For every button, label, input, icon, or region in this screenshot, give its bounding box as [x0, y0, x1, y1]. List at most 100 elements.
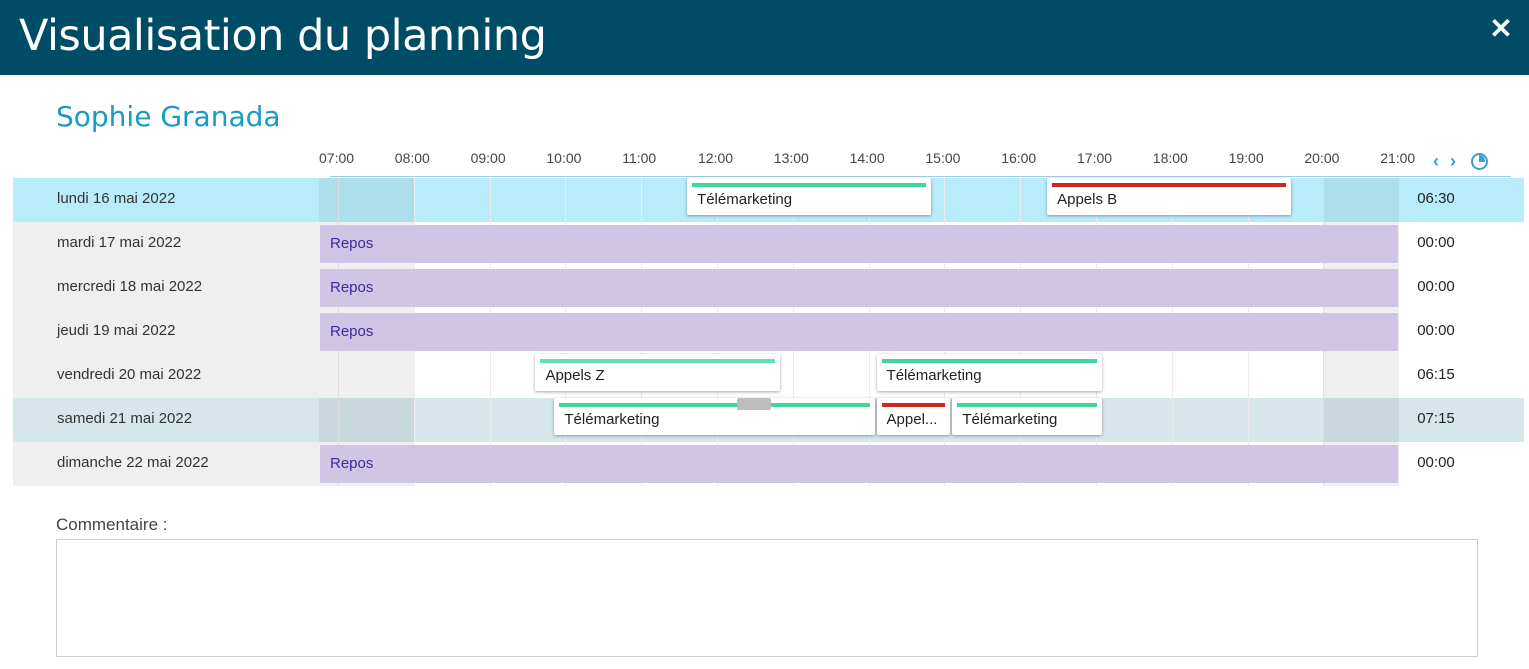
event-color-bar: [957, 403, 1097, 407]
schedule-grid: lundi 16 mai 2022 Télémarketing Appels B 06…: [13, 178, 1524, 486]
day-total-hours: 07:15: [1417, 410, 1455, 427]
hour-tick-label: 09:00: [470, 150, 506, 166]
employee-name: Sophie Granada: [56, 100, 281, 133]
event-color-bar: [559, 403, 870, 407]
hour-tick-label: 14:00: [849, 150, 885, 166]
hour-tick-label: 10:00: [546, 150, 582, 166]
day-label-cell: samedi 21 mai 2022: [13, 398, 319, 442]
day-label-cell: dimanche 22 mai 2022: [13, 442, 319, 486]
day-track[interactable]: Télémarketing Appels B: [319, 178, 1401, 222]
hour-gridline: [1247, 398, 1249, 442]
day-label-cell: vendredi 20 mai 2022: [13, 354, 319, 398]
hour-tick-label: 19:00: [1228, 150, 1264, 166]
hour-gridline: [1247, 354, 1249, 398]
day-total-hours: 00:00: [1417, 278, 1455, 295]
rest-day-bar[interactable]: Repos: [320, 225, 1398, 263]
day-track[interactable]: Repos: [319, 222, 1401, 266]
event-label: Appels B: [1057, 191, 1118, 208]
event-label: Télémarketing: [564, 411, 660, 428]
rest-day-bar[interactable]: Repos: [320, 445, 1398, 483]
hour-gridline: [489, 398, 491, 442]
event-label: Télémarketing: [697, 191, 793, 208]
rest-day-bar[interactable]: Repos: [320, 313, 1398, 351]
close-icon[interactable]: ✕: [1486, 15, 1516, 43]
hour-tick-label: 11:00: [622, 150, 657, 166]
off-hours-shade: [319, 354, 414, 398]
day-label-cell: lundi 16 mai 2022: [13, 178, 319, 222]
clock-icon[interactable]: [1471, 153, 1488, 170]
event-color-bar: [881, 359, 1097, 363]
day-track[interactable]: Télémarketing Appel... Télémarketing: [319, 398, 1401, 442]
day-total-cell: 06:30: [1399, 178, 1524, 222]
day-total-hours: 00:00: [1417, 454, 1455, 471]
day-total-hours: 06:30: [1417, 190, 1455, 207]
event-color-bar: [540, 359, 775, 363]
day-track[interactable]: Repos: [319, 266, 1401, 310]
day-label: samedi 21 mai 2022: [57, 410, 193, 427]
day-total-cell: 00:00: [1399, 266, 1524, 310]
hour-gridline: [1171, 354, 1173, 398]
day-label: mardi 17 mai 2022: [57, 234, 182, 251]
hour-tick-label: 21:00: [1380, 150, 1416, 166]
day-label-cell: mardi 17 mai 2022: [13, 222, 319, 266]
day-label: lundi 16 mai 2022: [57, 190, 176, 207]
schedule-event[interactable]: Télémarketing: [687, 178, 932, 215]
day-row[interactable]: mardi 17 mai 2022 Repos 00:00: [13, 222, 1524, 266]
off-hours-shade: [319, 398, 414, 442]
dialog-header: Visualisation du planning ✕: [0, 0, 1529, 75]
day-label-cell: mercredi 18 mai 2022: [13, 266, 319, 310]
day-row[interactable]: jeudi 19 mai 2022 Repos 00:00: [13, 310, 1524, 354]
rest-day-label: Repos: [330, 235, 374, 252]
hour-tick-label: 07:00: [319, 150, 355, 166]
hour-tick-label: 20:00: [1304, 150, 1340, 166]
day-row[interactable]: vendredi 20 mai 2022 Appels Z Télémarketin…: [13, 354, 1524, 398]
rest-day-bar[interactable]: Repos: [320, 269, 1398, 307]
event-color-bar: [1052, 183, 1287, 187]
schedule-event[interactable]: Télémarketing: [952, 398, 1102, 435]
day-row[interactable]: lundi 16 mai 2022 Télémarketing Appels B 06…: [13, 178, 1524, 222]
hour-gridline: [944, 178, 946, 222]
rest-day-label: Repos: [330, 455, 374, 472]
day-total-cell: 00:00: [1399, 222, 1524, 266]
hour-gridline: [792, 354, 794, 398]
day-track[interactable]: Repos: [319, 442, 1401, 486]
hour-tick-label: 12:00: [698, 150, 734, 166]
drag-handle[interactable]: [737, 398, 771, 410]
chevron-right-icon[interactable]: ›: [1450, 152, 1456, 170]
hour-tick-label: 18:00: [1152, 150, 1188, 166]
day-total-cell: 00:00: [1399, 310, 1524, 354]
day-label-cell: jeudi 19 mai 2022: [13, 310, 319, 354]
hour-gridline: [1020, 178, 1022, 222]
comment-label: Commentaire :: [56, 515, 168, 534]
schedule-event[interactable]: Télémarketing: [876, 354, 1102, 391]
day-row[interactable]: dimanche 22 mai 2022 Repos 00:00: [13, 442, 1524, 486]
day-row[interactable]: samedi 21 mai 2022 Télémarketing Appel... T…: [13, 398, 1524, 442]
schedule-event[interactable]: Appel...: [876, 398, 951, 435]
day-row[interactable]: mercredi 18 mai 2022 Repos 00:00: [13, 266, 1524, 310]
event-label: Télémarketing: [962, 411, 1058, 428]
day-label: vendredi 20 mai 2022: [57, 366, 202, 383]
day-label: jeudi 19 mai 2022: [57, 322, 176, 339]
day-total-hours: 06:15: [1417, 366, 1455, 383]
hour-tick-label: 16:00: [1001, 150, 1037, 166]
hour-tick-label: 13:00: [773, 150, 809, 166]
schedule-event[interactable]: Appels Z: [535, 354, 780, 391]
time-axis: 07:00 08:00 09:00 10:00 11:00 12:00 13:00 14:00…: [319, 150, 1429, 170]
rest-day-label: Repos: [330, 323, 374, 340]
day-total-hours: 00:00: [1417, 234, 1455, 251]
schedule-event[interactable]: Appels B: [1047, 178, 1292, 215]
hour-gridline: [868, 354, 870, 398]
hour-tick-label: 08:00: [394, 150, 430, 166]
comment-textarea[interactable]: [56, 539, 1478, 657]
hour-gridline: [565, 178, 567, 222]
day-track[interactable]: Appels Z Télémarketing: [319, 354, 1401, 398]
event-color-bar: [692, 183, 927, 187]
day-total-cell: 00:00: [1399, 442, 1524, 486]
day-label: dimanche 22 mai 2022: [57, 454, 209, 471]
day-total-hours: 00:00: [1417, 322, 1455, 339]
chevron-left-icon[interactable]: ‹: [1433, 152, 1439, 170]
off-hours-shade: [1323, 178, 1399, 222]
schedule-event[interactable]: Télémarketing: [554, 398, 875, 435]
day-label: mercredi 18 mai 2022: [57, 278, 203, 295]
day-track[interactable]: Repos: [319, 310, 1401, 354]
